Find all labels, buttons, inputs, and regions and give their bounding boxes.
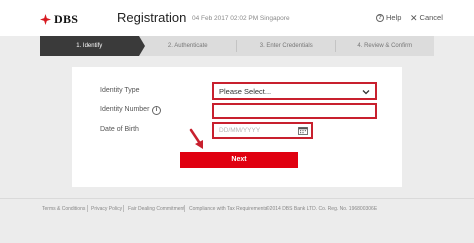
next-button[interactable]: Next xyxy=(180,152,298,168)
help-link[interactable]: ? Help xyxy=(376,13,401,22)
close-icon: ✕ xyxy=(410,12,418,23)
page-title: Registration xyxy=(117,10,187,25)
identity-number-label: Identity Number xyxy=(100,106,150,113)
step-enter-credentials: 3. Enter Credentials xyxy=(237,36,336,56)
dob-placeholder: DD/MM/YYYY xyxy=(219,127,261,134)
calendar-icon[interactable] xyxy=(298,126,308,135)
footer-link-terms[interactable]: Terms & Conditions xyxy=(42,206,85,212)
identity-type-select[interactable]: Please Select... xyxy=(212,82,377,100)
step-authenticate: 2. Authenticate xyxy=(138,36,237,56)
cancel-label: Cancel xyxy=(419,13,443,22)
step-label: 3. Enter Credentials xyxy=(259,43,313,49)
step-label: 4. Review & Confirm xyxy=(357,43,413,49)
footer-link-privacy[interactable]: Privacy Policy xyxy=(91,206,122,212)
chevron-down-icon xyxy=(362,90,370,95)
datetime: 04 Feb 2017 02:02 PM Singapore xyxy=(192,15,290,22)
identity-type-label: Identity Type xyxy=(100,87,140,94)
red-arrow-annotation xyxy=(189,128,203,149)
step-review-confirm: 4. Review & Confirm xyxy=(335,36,434,56)
cancel-link[interactable]: ✕ Cancel xyxy=(410,13,443,22)
footer-divider xyxy=(87,205,88,212)
dob-field[interactable]: DD/MM/YYYY xyxy=(212,122,313,139)
dob-label: Date of Birth xyxy=(100,126,139,133)
step-identify: 1. Identify xyxy=(40,36,144,56)
progress-steps: 1. Identify 2. Authenticate 3. Enter Cre… xyxy=(40,36,434,56)
dbs-star-icon xyxy=(40,14,51,25)
step-label: 1. Identify xyxy=(76,43,103,49)
logo-text: DBS xyxy=(54,12,79,26)
footer-divider xyxy=(184,205,185,212)
top-bar: DBS Registration 04 Feb 2017 02:02 PM Si… xyxy=(0,0,474,36)
info-icon[interactable]: i xyxy=(152,106,161,115)
help-icon: ? xyxy=(376,13,384,22)
footer-link-fair-dealing[interactable]: Fair Dealing Commitment xyxy=(128,206,185,212)
identity-number-input[interactable] xyxy=(212,103,377,119)
identity-type-value: Please Select... xyxy=(219,87,272,96)
dbs-logo[interactable]: DBS xyxy=(40,12,78,27)
step-label: 2. Authenticate xyxy=(167,43,208,49)
footer: Terms & Conditions Privacy Policy Fair D… xyxy=(0,198,474,218)
footer-divider xyxy=(123,205,124,212)
footer-copyright: ©2014 DBS Bank LTD. Co. Reg. No. 1968003… xyxy=(266,206,378,212)
footer-link-tax[interactable]: Compliance with Tax Requirements xyxy=(189,206,267,212)
help-label: Help xyxy=(386,13,402,22)
